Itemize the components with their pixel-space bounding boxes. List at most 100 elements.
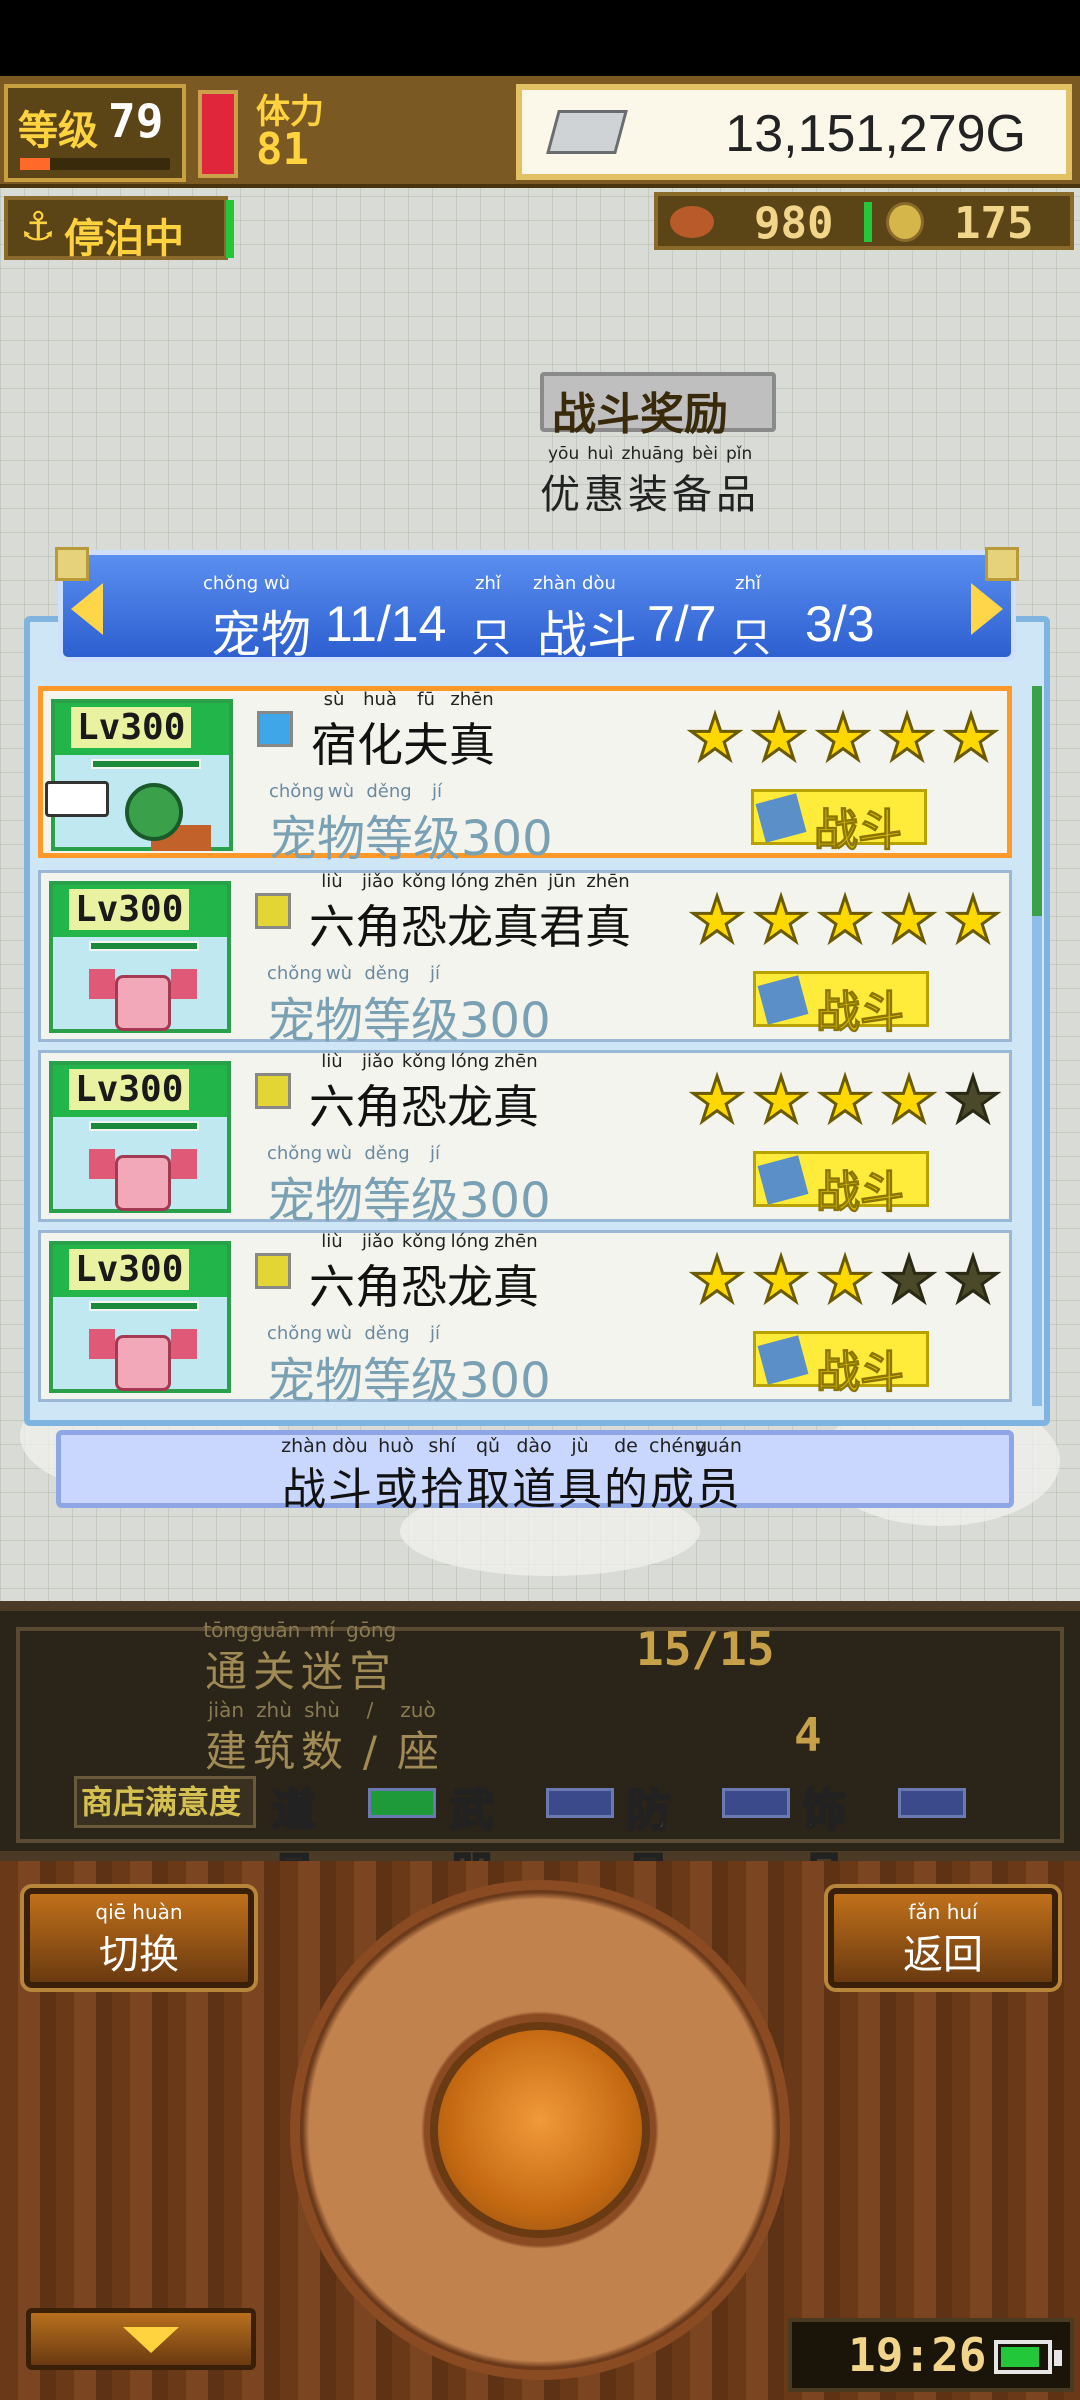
back-button[interactable]: fǎn huí 返回 bbox=[828, 1888, 1058, 1988]
action-button[interactable] bbox=[430, 2022, 650, 2238]
axolotl-sprite bbox=[89, 1319, 197, 1391]
rarity-star-icon: ★ bbox=[688, 883, 747, 956]
pet-list-scrollbar[interactable] bbox=[1032, 686, 1042, 1406]
pet-level-line: 宠物等级300 bbox=[267, 1173, 551, 1229]
building-sign[interactable]: 战斗奖励 bbox=[540, 372, 776, 440]
menu-down-button[interactable] bbox=[26, 2308, 256, 2370]
battle-button-label: 战斗 bbox=[816, 1167, 905, 1219]
unit-label: 只 bbox=[471, 615, 511, 661]
rarity-star-icon: ★ bbox=[944, 883, 1003, 956]
level-value: 79 bbox=[108, 94, 164, 148]
thunder-element-icon bbox=[255, 1253, 291, 1289]
battle-toggle-button[interactable]: 战斗 bbox=[753, 1151, 929, 1219]
axolotl-sprite bbox=[89, 1139, 197, 1211]
battle-label: 战斗 bbox=[537, 606, 637, 664]
gold-display: 13,151,279G bbox=[516, 84, 1072, 180]
resource-box: 980 175 bbox=[654, 192, 1074, 250]
axolotl-sprite bbox=[89, 959, 197, 1031]
level-label: 等级 bbox=[18, 108, 98, 154]
pet-level-value: 300 bbox=[459, 1173, 551, 1229]
pet-rarity-stars: ★ ★ ★ ★ ★ bbox=[687, 1063, 1003, 1136]
pet-name: 六角恐龙真 bbox=[309, 1080, 539, 1134]
accessories-satisfaction-bar bbox=[898, 1788, 966, 1818]
pet-portrait: Lv300 bbox=[45, 699, 233, 851]
resource-separator bbox=[864, 202, 872, 242]
pet-rarity-stars: ★ ★ ★ ★ ★ bbox=[687, 1243, 1003, 1316]
building-count-value: 4 bbox=[794, 1708, 822, 1762]
pet-rarity-stars: ★ ★ ★ ★ ★ bbox=[687, 883, 1003, 956]
clock-display: 19:26 bbox=[788, 2318, 1074, 2392]
pet-name: 六角恐龙真 bbox=[309, 1260, 539, 1314]
battle-toggle-button[interactable]: 战斗 bbox=[753, 971, 929, 1039]
pet-row[interactable]: Lv300 liù jiǎo kǒng lóng zhēn jūn zhēn 六角恐龙真君真 ch… bbox=[38, 870, 1012, 1049]
chevron-down-icon bbox=[123, 2327, 179, 2353]
docked-indicator bbox=[226, 200, 234, 258]
docked-status[interactable]: ⚓ 停泊中 bbox=[4, 196, 228, 262]
prev-arrow-icon[interactable] bbox=[71, 583, 103, 635]
rarity-star-icon: ★ bbox=[752, 1063, 811, 1136]
pet-level-badge: Lv300 bbox=[71, 707, 192, 748]
pet-level-badge: Lv300 bbox=[69, 889, 190, 930]
rarity-star-icon: ★ bbox=[686, 701, 745, 774]
pet-rarity-stars: ★ ★ ★ ★ ★ bbox=[685, 701, 1001, 774]
level-progress-bar bbox=[20, 158, 170, 170]
pet-level-value: 300 bbox=[459, 1353, 551, 1409]
gold-bar-icon bbox=[546, 110, 628, 154]
header-corner bbox=[55, 547, 89, 581]
rarity-star-icon: ★ bbox=[752, 883, 811, 956]
system-status-bar bbox=[0, 0, 1080, 76]
battle-toggle-button[interactable]: 战斗 bbox=[751, 789, 927, 857]
docked-label: 停泊中 bbox=[64, 216, 184, 262]
pet-name: 宿化夫真 bbox=[311, 718, 495, 772]
pet-count: 11/14 bbox=[325, 596, 447, 652]
pet-hp-bar bbox=[89, 1301, 199, 1311]
rarity-star-icon: ★ bbox=[880, 1063, 939, 1136]
pet-name: 六角恐龙真君真 bbox=[309, 900, 631, 954]
info-box: zhàn dòu huò shí qǔ dào jù de chéngyuán 战斗或拾取道具的… bbox=[56, 1430, 1014, 1515]
pet-name-ruby: sù huà fū zhēn bbox=[323, 689, 494, 710]
battle-count: 7/7 bbox=[647, 596, 717, 652]
rarity-star-icon: ★ bbox=[942, 701, 1001, 774]
battle-button-label: 战斗 bbox=[814, 805, 903, 857]
pet-row[interactable]: Lv300 liù jiǎo kǒng lóng zhēn 六角恐龙真 chǒng wù děng… bbox=[38, 1230, 1012, 1409]
pet-level-value: 300 bbox=[459, 993, 551, 1049]
water-element-icon bbox=[257, 711, 293, 747]
pet-name-ruby: liù jiǎo kǒng lóng zhēn jūn zhēn bbox=[321, 871, 630, 892]
next-arrow-icon[interactable] bbox=[971, 583, 1003, 635]
pet-level-badge: Lv300 bbox=[69, 1249, 190, 1290]
armor-satisfaction-bar bbox=[722, 1788, 790, 1818]
pet-level-line: 宠物等级300 bbox=[267, 993, 551, 1049]
battle-toggle-button[interactable]: 战斗 bbox=[753, 1331, 929, 1399]
pet-ruby: chǒng wù bbox=[203, 573, 291, 594]
building-count-label: 建筑数 / 座 bbox=[204, 1727, 439, 1776]
stamina-value: 81 bbox=[256, 124, 309, 175]
thunder-element-icon bbox=[255, 1073, 291, 1109]
rarity-star-icon: ★ bbox=[752, 1243, 811, 1316]
switch-button[interactable]: qiē huàn 切换 bbox=[24, 1888, 254, 1988]
building-sign-text: 战斗奖励 bbox=[552, 389, 728, 440]
pet-list: Lv300 sù huà fū zhēn 宿化夫真 chǒng wù děng jí 宠物等级300… bbox=[38, 686, 1012, 1410]
pet-name-ruby: liù jiǎo kǒng lóng zhēn bbox=[321, 1051, 538, 1072]
food-icon bbox=[670, 206, 714, 238]
rarity-star-icon: ★ bbox=[880, 1243, 939, 1316]
rarity-star-icon: ★ bbox=[880, 883, 939, 956]
pointer-hand-icon bbox=[45, 781, 109, 817]
rarity-star-icon: ★ bbox=[816, 883, 875, 956]
rarity-star-icon: ★ bbox=[688, 1063, 747, 1136]
pet-hp-bar bbox=[91, 759, 201, 769]
pet-row[interactable]: Lv300 sù huà fū zhēn 宿化夫真 chǒng wù děng jí 宠物等级300… bbox=[38, 686, 1012, 867]
pet-portrait: Lv300 bbox=[49, 1241, 231, 1393]
extra-count: 3/3 bbox=[805, 596, 875, 652]
rarity-star-icon: ★ bbox=[814, 701, 873, 774]
thunder-element-icon bbox=[255, 893, 291, 929]
pet-row[interactable]: Lv300 liù jiǎo kǒng lóng zhēn 六角恐龙真 chǒng wù děng… bbox=[38, 1050, 1012, 1229]
battle-button-label: 战斗 bbox=[816, 1347, 905, 1399]
pet-level-line: 宠物等级300 bbox=[267, 1353, 551, 1409]
sword-icon bbox=[757, 1155, 809, 1205]
battle-button-label: 战斗 bbox=[816, 987, 905, 1039]
pet-name-ruby: liù jiǎo kǒng lóng zhēn bbox=[321, 1231, 538, 1252]
pet-level-line: 宠物等级300 bbox=[269, 811, 553, 867]
coin-value: 175 bbox=[954, 198, 1034, 249]
maze-value: 15/15 bbox=[636, 1622, 775, 1676]
health-bar bbox=[198, 90, 238, 178]
